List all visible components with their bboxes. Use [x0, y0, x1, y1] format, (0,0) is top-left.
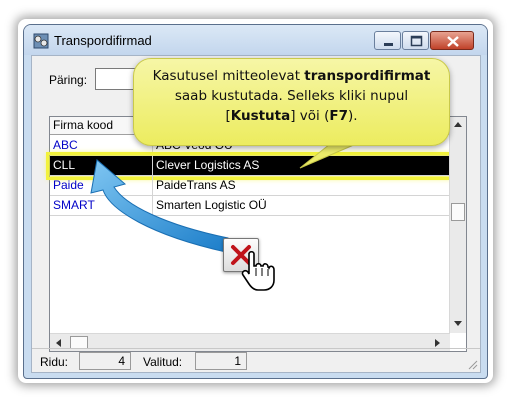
hand-cursor-icon: [241, 250, 275, 291]
callout-line-1: Kasutusel mitteolevat transpordifirmat: [152, 68, 431, 84]
help-callout: Kasutusel mitteolevat transpordifirmat s…: [133, 58, 450, 146]
callout-line-3: [Kustuta] või (F7).: [225, 108, 358, 124]
callout-line-2: saab kustutada. Selleks kliki nupul: [174, 88, 409, 104]
